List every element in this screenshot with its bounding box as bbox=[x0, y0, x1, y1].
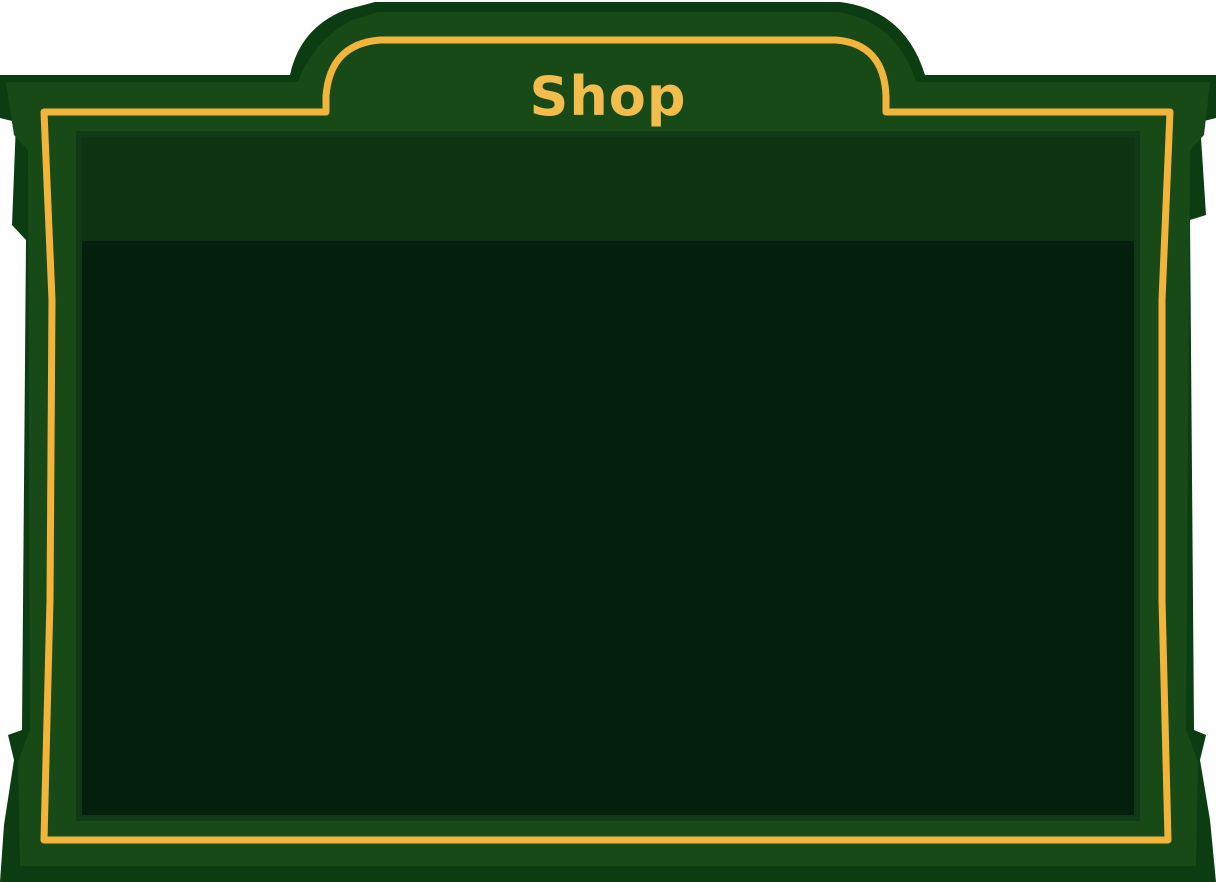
shop-header-strip bbox=[82, 137, 1134, 241]
shop-title: Shop bbox=[529, 64, 687, 128]
shop-content-area bbox=[82, 241, 1134, 815]
shop-panel: Shop bbox=[0, 0, 1216, 882]
